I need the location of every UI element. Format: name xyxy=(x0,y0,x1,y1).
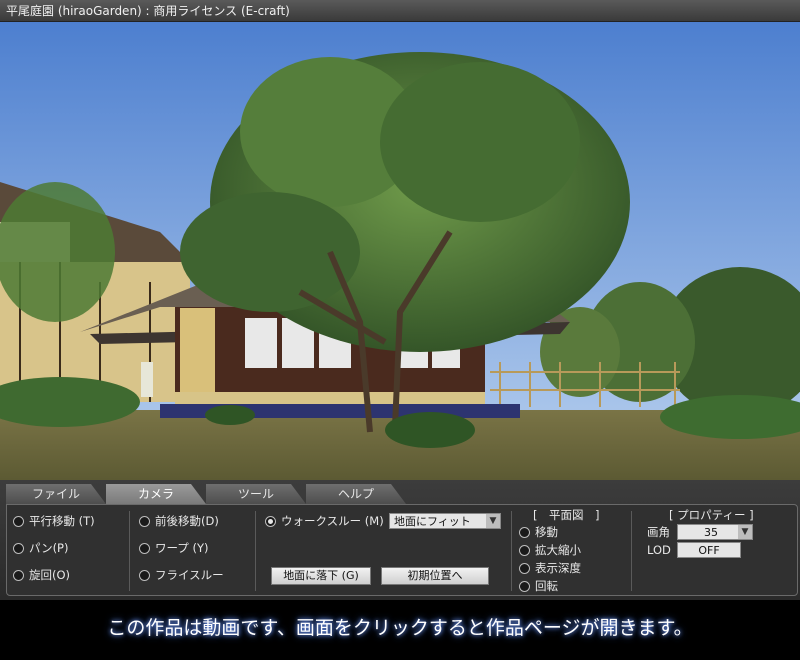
tab-help[interactable]: ヘルプ xyxy=(306,484,406,504)
radio-plan-zoom[interactable]: 拡大縮小 xyxy=(519,541,599,559)
radio-dot-icon xyxy=(519,562,530,574)
lod-label: LOD xyxy=(647,543,671,557)
lod-row: LOD OFF xyxy=(647,541,754,559)
radio-forward-back[interactable]: 前後移動(D) xyxy=(139,511,224,531)
properties-group: [ プロパティー ] 画角 35 ▼ LOD OFF xyxy=(647,507,754,559)
radio-dot-icon xyxy=(519,544,530,556)
initial-position-button[interactable]: 初期位置へ xyxy=(381,567,489,585)
select-value: 地面にフィット xyxy=(394,515,471,528)
divider xyxy=(631,511,632,591)
lod-toggle[interactable]: OFF xyxy=(677,542,741,558)
plan-view-heading: [ 平面図 ] xyxy=(533,508,600,522)
divider xyxy=(255,511,256,591)
divider xyxy=(129,511,130,591)
control-panel: ファイル カメラ ツール ヘルプ 平行移動 (T) パン(P) 旋回(O) 前後… xyxy=(0,480,800,600)
radio-label: 表示深度 xyxy=(535,561,581,575)
ground-fit-select[interactable]: 地面にフィット ▼ xyxy=(389,513,501,529)
radio-plan-rotate[interactable]: 回転 xyxy=(519,577,599,595)
radio-label: 旋回(O) xyxy=(29,568,71,582)
properties-heading: [ プロパティー ] xyxy=(669,508,754,522)
radio-orbit[interactable]: 旋回(O) xyxy=(13,565,95,585)
lod-value: OFF xyxy=(698,543,720,557)
radio-label: 回転 xyxy=(535,579,558,593)
radio-flythrough[interactable]: フライスルー xyxy=(139,565,224,585)
select-value: 35 xyxy=(704,525,718,539)
radio-plan-depth[interactable]: 表示深度 xyxy=(519,559,599,577)
angle-row: 画角 35 ▼ xyxy=(647,523,754,541)
garden-scene-illustration xyxy=(0,22,800,480)
radio-dot-icon xyxy=(139,542,150,554)
radio-label: 前後移動(D) xyxy=(155,514,219,528)
angle-label: 画角 xyxy=(647,525,670,539)
drop-to-ground-button[interactable]: 地面に落下 (G) xyxy=(271,567,371,585)
radio-label: パン(P) xyxy=(29,541,69,555)
walkthrough-group: ウォークスルー (M) 地面にフィット ▼ xyxy=(265,511,501,531)
radio-dot-selected-icon xyxy=(265,515,276,527)
radio-dot-icon xyxy=(13,515,24,527)
radio-dot-icon xyxy=(519,580,530,592)
radio-label: フライスルー xyxy=(155,568,224,582)
chevron-down-icon[interactable]: ▼ xyxy=(738,525,752,539)
camera-mode-group-1: 平行移動 (T) パン(P) 旋回(O) xyxy=(13,511,95,585)
tab-camera[interactable]: カメラ xyxy=(106,484,206,504)
radio-warp[interactable]: ワープ (Y) xyxy=(139,538,224,558)
footer-banner[interactable]: この作品は動画です、画面をクリックすると作品ページが開きます。 xyxy=(0,600,800,660)
plan-view-group: [ 平面図 ] 移動 拡大縮小 表示深度 回転 xyxy=(519,507,599,595)
radio-label: 平行移動 (T) xyxy=(29,514,95,528)
chevron-down-icon[interactable]: ▼ xyxy=(486,514,500,528)
radio-dot-icon xyxy=(139,569,150,581)
radio-label: 拡大縮小 xyxy=(535,543,581,557)
radio-walkthrough[interactable]: ウォークスルー (M) xyxy=(265,511,384,531)
tab-file[interactable]: ファイル xyxy=(6,484,106,504)
radio-label: 移動 xyxy=(535,525,558,539)
angle-select[interactable]: 35 ▼ xyxy=(677,524,753,540)
radio-dot-icon xyxy=(13,569,24,581)
radio-dot-icon xyxy=(519,526,530,538)
tab-tools[interactable]: ツール xyxy=(206,484,306,504)
radio-plan-move[interactable]: 移動 xyxy=(519,523,599,541)
radio-parallel-move[interactable]: 平行移動 (T) xyxy=(13,511,95,531)
camera-mode-group-2: 前後移動(D) ワープ (Y) フライスルー xyxy=(139,511,224,585)
radio-dot-icon xyxy=(13,542,24,554)
radio-label: ワープ (Y) xyxy=(155,541,209,555)
window-title: 平尾庭園 (hiraoGarden) : 商用ライセンス (E-craft) xyxy=(0,0,800,22)
garden-3d-viewport[interactable] xyxy=(0,22,800,480)
radio-pan[interactable]: パン(P) xyxy=(13,538,95,558)
divider xyxy=(511,511,512,591)
radio-dot-icon xyxy=(139,515,150,527)
camera-tab-content: 平行移動 (T) パン(P) 旋回(O) 前後移動(D) ワープ (Y) フライ… xyxy=(6,504,798,596)
radio-label: ウォークスルー (M) xyxy=(281,514,384,528)
